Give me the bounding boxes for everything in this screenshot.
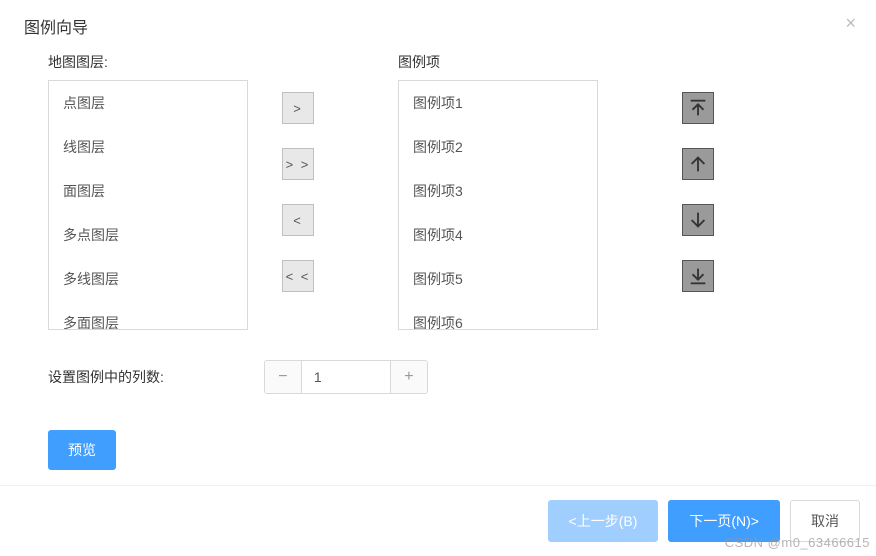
modal-title: 图例向导 xyxy=(24,14,852,38)
remove-all-button[interactable]: < < xyxy=(282,260,314,292)
move-bottom-button[interactable] xyxy=(682,260,714,292)
move-up-icon xyxy=(687,153,709,175)
list-item[interactable]: 线图层 xyxy=(49,125,247,169)
order-buttons xyxy=(658,52,738,292)
list-item[interactable]: 图例项3 xyxy=(399,169,597,213)
modal-header: 图例向导 × xyxy=(0,0,876,52)
move-top-icon xyxy=(687,97,709,119)
columns-setting-row: 设置图例中的列数: − + xyxy=(48,360,828,394)
list-item[interactable]: 图例项1 xyxy=(399,81,597,125)
move-down-button[interactable] xyxy=(682,204,714,236)
move-top-button[interactable] xyxy=(682,92,714,124)
list-item[interactable]: 多线图层 xyxy=(49,257,247,301)
list-item[interactable]: 图例项5 xyxy=(399,257,597,301)
remove-button[interactable]: < xyxy=(282,204,314,236)
list-item[interactable]: 点图层 xyxy=(49,81,247,125)
modal-footer: <上一步(B) 下一页(N)> 取消 xyxy=(0,485,876,556)
map-layers-label: 地图图层: xyxy=(48,52,248,72)
list-item[interactable]: 多面图层 xyxy=(49,301,247,330)
list-item[interactable]: 面图层 xyxy=(49,169,247,213)
stepper-plus-button[interactable]: + xyxy=(391,361,427,393)
add-all-button[interactable]: > > xyxy=(282,148,314,180)
columns-input[interactable] xyxy=(301,361,391,393)
next-button[interactable]: 下一页(N)> xyxy=(668,500,780,542)
list-item[interactable]: 图例项4 xyxy=(399,213,597,257)
prev-button[interactable]: <上一步(B) xyxy=(548,500,659,542)
legend-items-listbox[interactable]: 图例项1 图例项2 图例项3 图例项4 图例项5 图例项6 xyxy=(398,80,598,330)
move-up-button[interactable] xyxy=(682,148,714,180)
list-item[interactable]: 多点图层 xyxy=(49,213,247,257)
map-layers-column: 地图图层: 点图层 线图层 面图层 多点图层 多线图层 多面图层 xyxy=(48,52,248,330)
legend-items-column: 图例项 图例项1 图例项2 图例项3 图例项4 图例项5 图例项6 xyxy=(398,52,598,330)
list-item[interactable]: 图例项6 xyxy=(399,301,597,330)
columns-setting-label: 设置图例中的列数: xyxy=(48,367,164,387)
legend-wizard-modal: 图例向导 × 地图图层: 点图层 线图层 面图层 多点图层 多线图层 多面图层 … xyxy=(0,0,876,556)
legend-items-label: 图例项 xyxy=(398,52,598,72)
transfer-buttons: > > > < < < xyxy=(248,52,348,292)
close-icon[interactable]: × xyxy=(845,14,856,32)
move-bottom-icon xyxy=(687,265,709,287)
stepper-minus-button[interactable]: − xyxy=(265,361,301,393)
list-item[interactable]: 图例项2 xyxy=(399,125,597,169)
map-layers-listbox[interactable]: 点图层 线图层 面图层 多点图层 多线图层 多面图层 xyxy=(48,80,248,330)
move-down-icon xyxy=(687,209,709,231)
preview-button[interactable]: 预览 xyxy=(48,430,116,470)
add-button[interactable]: > xyxy=(282,92,314,124)
modal-body: 地图图层: 点图层 线图层 面图层 多点图层 多线图层 多面图层 > > > <… xyxy=(0,52,876,486)
columns-stepper: − + xyxy=(264,360,428,394)
cancel-button[interactable]: 取消 xyxy=(790,500,860,542)
